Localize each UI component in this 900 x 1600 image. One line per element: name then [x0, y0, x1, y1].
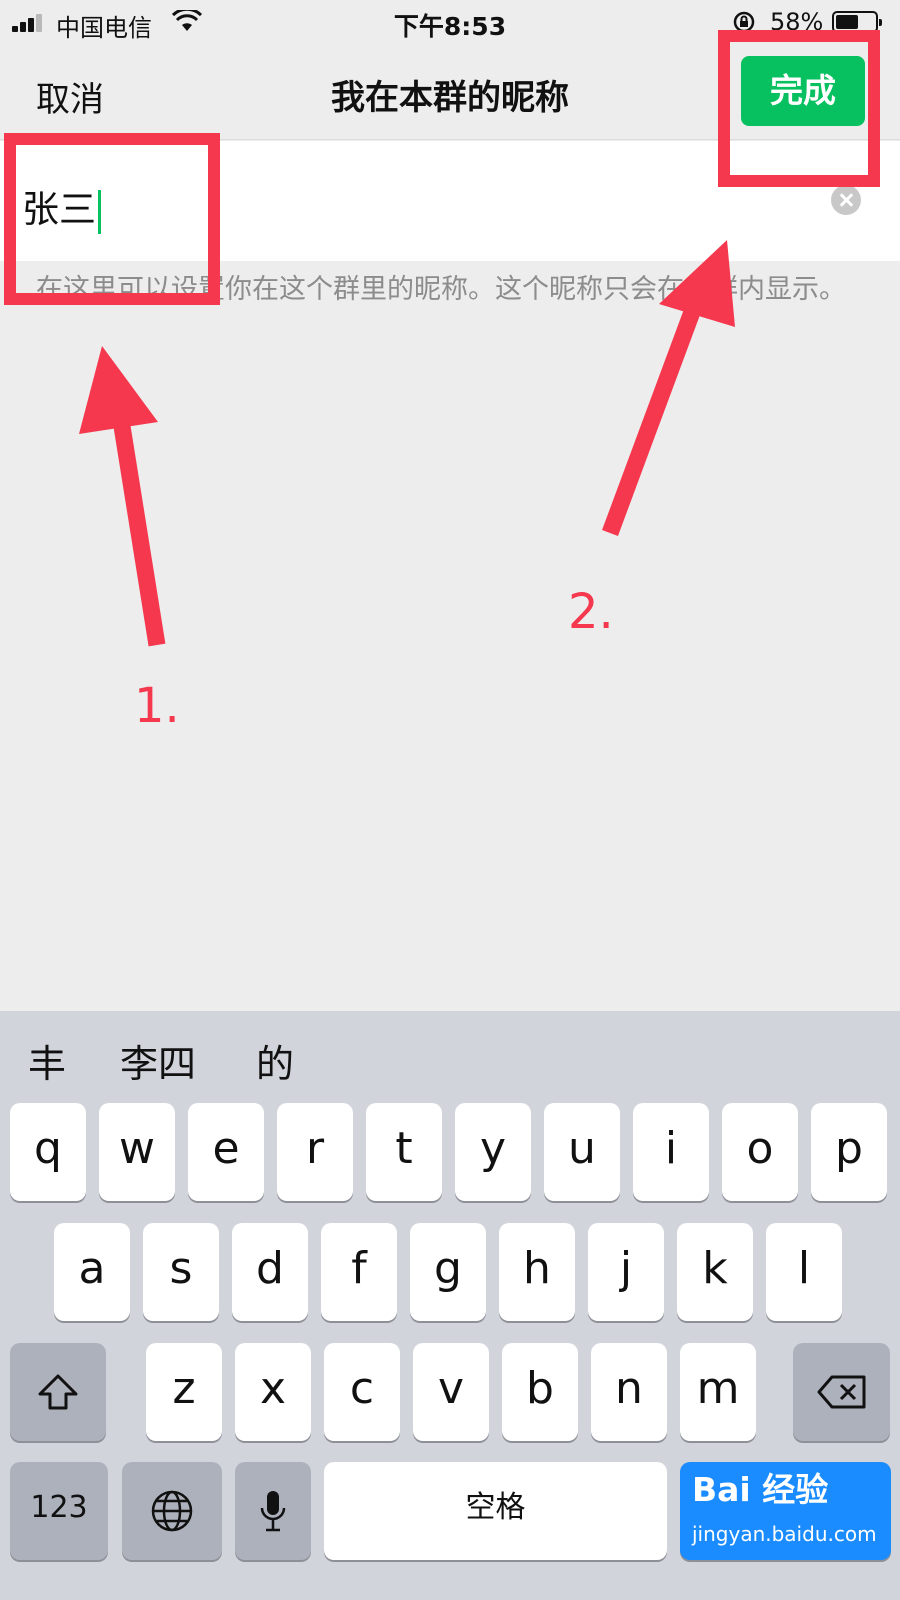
key-s[interactable]: s	[143, 1223, 219, 1321]
key-p[interactable]: p	[811, 1103, 887, 1201]
key-e[interactable]: e	[188, 1103, 264, 1201]
key-b[interactable]: b	[502, 1343, 578, 1441]
candidate-item[interactable]: 李四	[120, 1033, 196, 1088]
key-g[interactable]: g	[410, 1223, 486, 1321]
candidate-item[interactable]: 丰	[28, 1033, 66, 1088]
key-t[interactable]: t	[366, 1103, 442, 1201]
globe-key[interactable]	[122, 1462, 222, 1560]
annotation-arrowhead-2	[659, 240, 735, 327]
globe-icon	[151, 1490, 193, 1532]
annotation-arrowhead-1	[79, 346, 158, 434]
candidate-bar: 丰 李四 的	[0, 1011, 900, 1111]
key-k[interactable]: k	[677, 1223, 753, 1321]
key-w[interactable]: w	[99, 1103, 175, 1201]
shift-key[interactable]	[10, 1343, 106, 1441]
key-y[interactable]: y	[455, 1103, 531, 1201]
key-v[interactable]: v	[413, 1343, 489, 1441]
key-i[interactable]: i	[633, 1103, 709, 1201]
key-r[interactable]: r	[277, 1103, 353, 1201]
microphone-icon	[260, 1491, 286, 1532]
candidate-item[interactable]: 的	[256, 1033, 294, 1088]
return-key[interactable]: Bai 经验 jingyan.baidu.com	[680, 1462, 891, 1560]
key-a[interactable]: a	[54, 1223, 130, 1321]
annotation-label-1: 1.	[134, 678, 180, 734]
keyboard: 丰 李四 的 qwertyuiop asdfghjkl zxcvbnm 123 …	[0, 1011, 900, 1600]
annotation-arrows	[79, 240, 735, 647]
key-j[interactable]: j	[588, 1223, 664, 1321]
key-n[interactable]: n	[591, 1343, 667, 1441]
key-x[interactable]: x	[235, 1343, 311, 1441]
key-c[interactable]: c	[324, 1343, 400, 1441]
key-h[interactable]: h	[499, 1223, 575, 1321]
annotation-arrow-2	[602, 309, 700, 536]
key-l[interactable]: l	[766, 1223, 842, 1321]
watermark-sub: jingyan.baidu.com	[692, 1522, 877, 1546]
key-o[interactable]: o	[722, 1103, 798, 1201]
backspace-icon	[817, 1375, 865, 1409]
space-key[interactable]: 空格	[324, 1462, 667, 1560]
key-q[interactable]: q	[10, 1103, 86, 1201]
key-f[interactable]: f	[321, 1223, 397, 1321]
key-m[interactable]: m	[680, 1343, 756, 1441]
microphone-key[interactable]	[235, 1462, 311, 1560]
annotation-label-2: 2.	[568, 584, 614, 640]
numbers-key[interactable]: 123	[10, 1462, 108, 1560]
baidu-jingyan-watermark: Bai 经验 jingyan.baidu.com	[680, 1462, 888, 1560]
key-z[interactable]: z	[146, 1343, 222, 1441]
key-d[interactable]: d	[232, 1223, 308, 1321]
key-u[interactable]: u	[544, 1103, 620, 1201]
watermark-main: Bai 经验	[692, 1470, 829, 1509]
backspace-key[interactable]	[793, 1343, 890, 1441]
shift-icon	[38, 1374, 78, 1410]
annotation-arrow-1	[112, 418, 166, 647]
